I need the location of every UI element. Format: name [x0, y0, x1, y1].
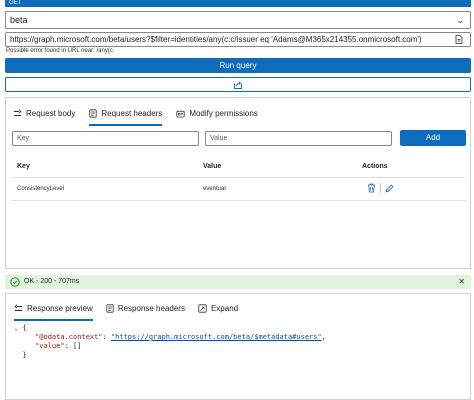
url-error-message: Possible error found in URL near: /any(c — [6, 48, 113, 54]
json-value-context[interactable]: "https://graph.microsoft.com/beta/$metad… — [111, 333, 322, 341]
fold-chevron-icon[interactable]: ⌄ — [14, 324, 18, 332]
headers-icon — [89, 108, 97, 118]
json-key-context: "@odata.context" — [35, 333, 103, 341]
row-key: ConsistencyLevel — [17, 186, 65, 192]
query-url-input[interactable]: https://graph.microsoft.com/beta/users?$… — [5, 32, 471, 47]
chevron-down-icon: ⌄ — [456, 15, 464, 25]
json-key-value: "value" — [35, 342, 65, 350]
table-row: ConsistencyLevel eventual — [12, 178, 466, 201]
headers-icon — [106, 303, 114, 313]
json-open-brace: { — [22, 324, 27, 332]
method-strip[interactable]: GET — [5, 0, 471, 7]
document-icon[interactable] — [455, 35, 463, 44]
column-header-value: Value — [203, 163, 222, 170]
tab-response-headers-label: Response headers — [117, 303, 185, 313]
response-tabs: Response preview Response headers Expand — [14, 299, 238, 321]
table-header-row: Key Value Actions — [12, 157, 466, 178]
column-header-actions: Actions — [362, 163, 388, 170]
column-header-key: Key — [17, 163, 30, 170]
query-url-value: https://graph.microsoft.com/beta/users?$… — [10, 35, 422, 44]
delete-icon[interactable] — [367, 183, 376, 193]
request-tabs: Request body Request headers Modify perm… — [13, 104, 258, 126]
body-icon — [14, 108, 22, 116]
header-key-input[interactable]: Key — [12, 131, 199, 146]
permissions-icon — [176, 110, 185, 117]
share-query-button[interactable] — [5, 77, 471, 92]
json-value-value: [] — [73, 342, 82, 350]
status-text: OK - 200 - 707ms — [24, 278, 80, 285]
tab-response-preview[interactable]: Response preview — [14, 299, 93, 321]
tab-expand[interactable]: Expand — [198, 299, 238, 317]
version-dropdown[interactable]: beta ⌄ — [5, 11, 471, 29]
run-query-button[interactable]: Run query — [5, 58, 471, 73]
response-json-viewer[interactable]: ⌄ { "@odata.context": "https://graph.mic… — [14, 324, 326, 360]
status-message-bar: OK - 200 - 707ms ✕ — [5, 275, 471, 289]
actions-divider — [380, 183, 381, 193]
version-selected: beta — [10, 15, 28, 25]
tab-request-headers[interactable]: Request headers — [89, 104, 163, 126]
header-value-input[interactable]: Value — [205, 131, 392, 146]
method-label: GET — [9, 0, 22, 6]
tab-request-body[interactable]: Request body — [13, 104, 75, 122]
tab-expand-label: Expand — [210, 303, 239, 313]
tab-request-headers-label: Request headers — [101, 108, 163, 118]
close-icon[interactable]: ✕ — [458, 275, 465, 289]
preview-icon — [14, 303, 22, 311]
tab-modify-permissions-label: Modify permissions — [189, 108, 258, 118]
expand-icon — [198, 303, 207, 313]
success-check-icon — [10, 277, 20, 287]
row-actions — [367, 183, 394, 193]
header-value-placeholder: Value — [210, 135, 228, 142]
tab-response-headers[interactable]: Response headers — [106, 299, 185, 317]
row-value: eventual — [203, 186, 226, 192]
tab-request-body-label: Request body — [26, 108, 76, 118]
header-key-placeholder: Key — [17, 135, 30, 142]
edit-icon[interactable] — [385, 184, 394, 193]
tab-response-preview-label: Response preview — [27, 303, 93, 313]
share-icon — [234, 81, 242, 89]
add-header-button[interactable]: Add — [400, 130, 466, 146]
request-panel: Request body Request headers Modify perm… — [5, 97, 471, 269]
response-panel: Response preview Response headers Expand… — [5, 293, 471, 400]
request-headers-table: Key Value Actions ConsistencyLevel event… — [12, 157, 466, 201]
tab-modify-permissions[interactable]: Modify permissions — [176, 104, 258, 122]
json-close-brace: } — [22, 351, 27, 359]
